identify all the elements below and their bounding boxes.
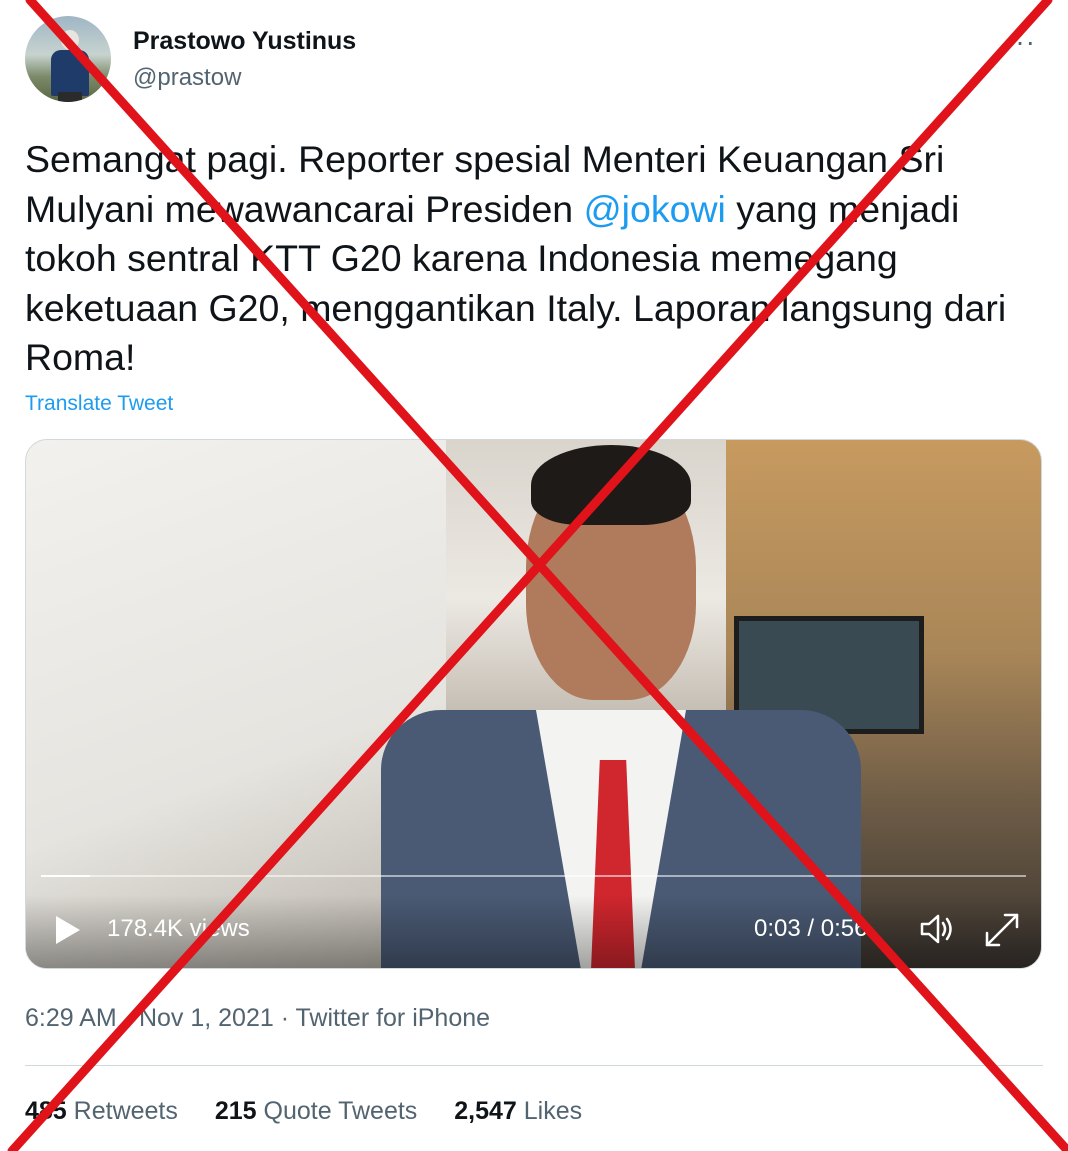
retweets-count: 485 [25,1097,67,1125]
author-handle[interactable]: @prastow [133,64,241,92]
video-views: 178.4K views [107,915,250,942]
play-icon[interactable] [56,916,80,944]
tweet-text: Semangat pagi. Reporter spesial Menteri … [25,135,1055,383]
avatar-figure-head [61,30,79,50]
video-progress-fill [41,875,91,877]
author-name[interactable]: Prastowo Yustinus [133,27,356,56]
volume-icon[interactable] [919,912,955,946]
retweets-stat[interactable]: 485 Retweets [25,1097,178,1125]
translate-tweet-link[interactable]: Translate Tweet [25,392,173,416]
likes-label: Likes [516,1097,583,1125]
more-icon[interactable]: ··· [1005,26,1036,58]
quote-tweets-label: Quote Tweets [256,1097,418,1125]
fullscreen-icon[interactable] [983,911,1021,949]
likes-stat[interactable]: 2,547 Likes [454,1097,582,1125]
tweet-stats: 485 Retweets 215 Quote Tweets 2,547 Like… [25,1097,612,1126]
avatar-figure-legs [58,92,82,102]
avatar-figure-body [51,50,89,96]
quote-tweets-count: 215 [214,1097,257,1125]
divider [25,1065,1043,1066]
video-progress-bar[interactable] [41,875,1026,877]
likes-count: 2,547 [454,1097,517,1125]
video-frame-person-hair [531,445,691,525]
video-player[interactable]: 178.4K views 0:03 / 0:56 [25,439,1042,969]
avatar[interactable] [25,16,111,102]
retweets-label: Retweets [66,1097,178,1125]
video-time: 0:03 / 0:56 [754,915,868,942]
tweet-meta[interactable]: 6:29 AM · Nov 1, 2021 · Twitter for iPho… [25,1004,490,1033]
mention-link[interactable]: @jokowi [584,188,726,230]
quote-tweets-stat[interactable]: 215 Quote Tweets [215,1097,417,1125]
